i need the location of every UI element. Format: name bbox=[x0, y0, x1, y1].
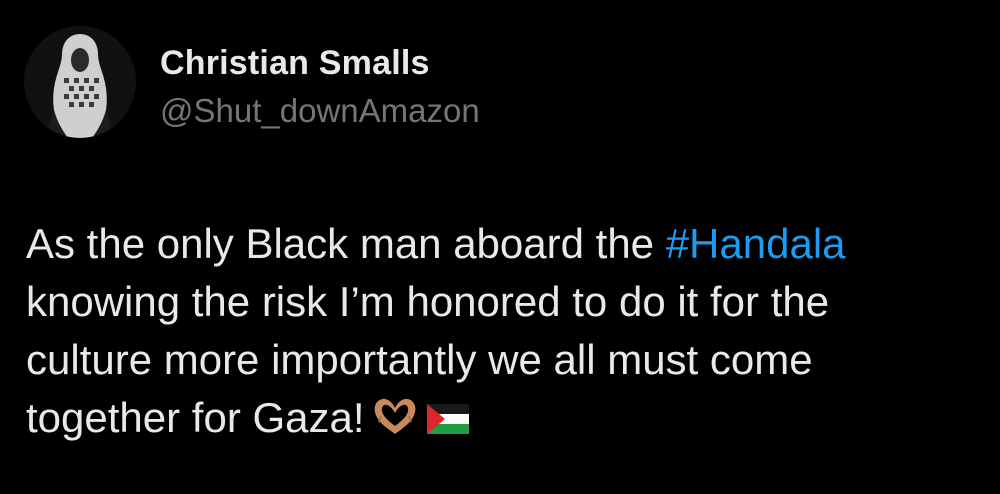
heart-hands-emoji bbox=[371, 393, 419, 451]
tweet-card[interactable]: Christian Smalls @Shut_downAmazon As the… bbox=[0, 0, 1000, 494]
tweet-text-segment: together for Gaza! bbox=[26, 394, 365, 441]
profile-photo-icon bbox=[24, 26, 136, 138]
tweet-line-4: together for Gaza! bbox=[26, 389, 966, 451]
tweet-line-2: knowing the risk I’m honored to do it fo… bbox=[26, 278, 830, 325]
author-display-name[interactable]: Christian Smalls bbox=[160, 44, 430, 83]
avatar[interactable] bbox=[24, 26, 136, 138]
tweet-body: As the only Black man aboard the #Handal… bbox=[26, 215, 966, 451]
author-handle[interactable]: @Shut_downAmazon bbox=[160, 92, 480, 130]
tweet-line-1: As the only Black man aboard the #Handal… bbox=[26, 215, 966, 273]
palestine-flag-emoji bbox=[425, 393, 471, 451]
tweet-text-segment: As the only Black man aboard the bbox=[26, 220, 666, 267]
hashtag-link[interactable]: #Handala bbox=[666, 220, 846, 267]
tweet-line-3: culture more importantly we all must com… bbox=[26, 336, 813, 383]
